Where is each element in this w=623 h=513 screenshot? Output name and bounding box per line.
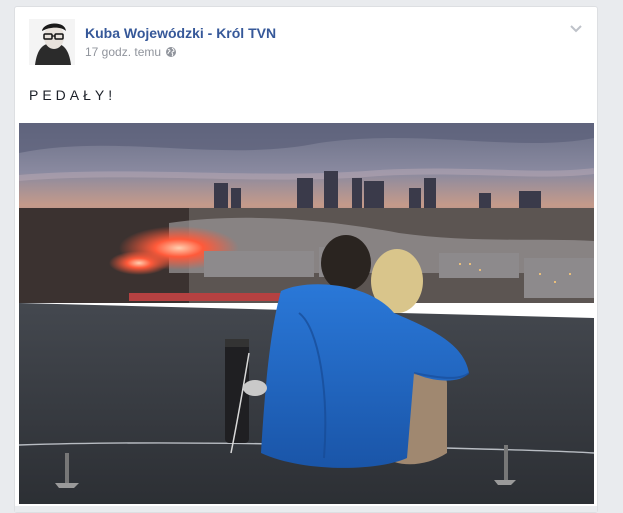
- post-meta: 17 godz. temu: [85, 45, 177, 59]
- page-background: [0, 0, 14, 513]
- avatar-image: [29, 19, 75, 65]
- card-bottom: [15, 506, 597, 512]
- chevron-down-icon[interactable]: [569, 21, 583, 33]
- avatar[interactable]: [29, 19, 75, 65]
- post-timestamp[interactable]: 17 godz. temu: [85, 45, 161, 59]
- post-author-link[interactable]: Kuba Wojewódzki - Król TVN: [85, 25, 276, 41]
- photo-image: [19, 123, 594, 504]
- post-text: PEDAŁY!: [29, 87, 117, 103]
- post-photo[interactable]: [19, 123, 594, 504]
- globe-icon[interactable]: [165, 46, 177, 58]
- feed-post: Kuba Wojewódzki - Król TVN 17 godz. temu…: [14, 6, 598, 513]
